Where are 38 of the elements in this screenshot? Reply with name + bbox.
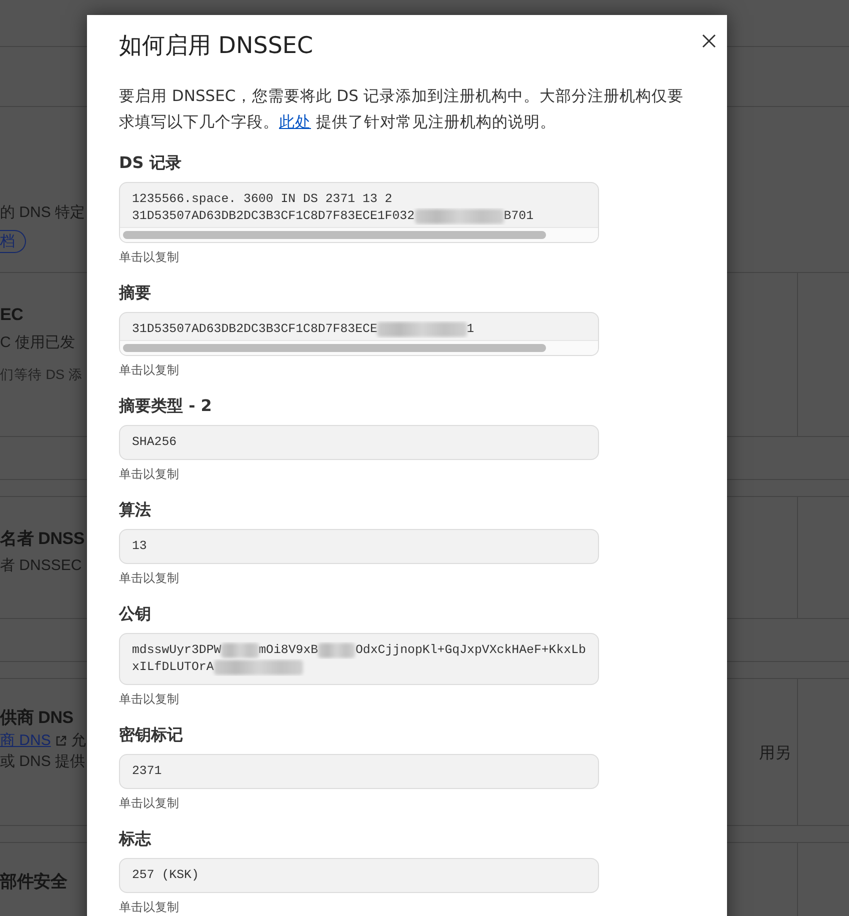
copy-field[interactable]: 257 (KSK) bbox=[119, 858, 599, 893]
section-text: 用另 bbox=[759, 744, 791, 764]
copy-field[interactable]: SHA256 bbox=[119, 425, 599, 460]
scrollbar-thumb[interactable] bbox=[123, 344, 546, 352]
field-label: 公钥 bbox=[119, 604, 152, 625]
external-link-icon bbox=[54, 734, 67, 746]
copy-hint: 单击以复制 bbox=[119, 570, 180, 587]
instructions-link[interactable]: 此处 bbox=[279, 113, 311, 131]
field-label: 密钥标记 bbox=[119, 725, 184, 746]
section-heading: EC bbox=[0, 305, 24, 325]
section-text: 或 DNS 提供 bbox=[0, 752, 86, 771]
section-text: 允 bbox=[70, 731, 86, 750]
section-heading: 名者 DNSS bbox=[0, 528, 85, 550]
field-label: DS 记录 bbox=[119, 153, 182, 174]
copy-hint: 单击以复制 bbox=[119, 249, 180, 266]
copy-hint: 单击以复制 bbox=[119, 691, 180, 708]
field-label: 算法 bbox=[119, 500, 152, 521]
section-heading: 部件安全 bbox=[0, 871, 68, 893]
field-label: 摘要类型 - 2 bbox=[119, 396, 213, 417]
dialog-title: 如何启用 DNSSEC bbox=[119, 32, 314, 61]
section-text: 的 DNS 特定 bbox=[0, 203, 86, 222]
copy-field[interactable]: mdsswUyr3DPW mOi8V9xB OdxCjjnopKl+GqJxpVXckHAeF+KkxLb xILfDLUTOrA bbox=[119, 633, 599, 685]
copy-field[interactable]: 13 bbox=[119, 529, 599, 564]
copy-field[interactable]: 1235566.space. 3600 IN DS 2371 13 2 31D53507AD63DB2DC3B3CF1C8D7F83ECE1F032 B701 bbox=[119, 182, 599, 243]
copy-field[interactable]: 2371 bbox=[119, 754, 599, 789]
intro-paragraph: 要启用 DNSSEC，您需要将此 DS 记录添加到注册机构中。大部分注册机构仅要求填写以下几个字段。此处 提供了针对常见注册机构的说明。 bbox=[119, 86, 684, 133]
section-text: 者 DNSSEC bbox=[0, 556, 82, 575]
redaction-blur bbox=[318, 643, 356, 658]
redaction-blur bbox=[221, 643, 259, 658]
field-label: 摘要 bbox=[119, 283, 152, 304]
copy-hint: 单击以复制 bbox=[119, 899, 180, 916]
field-label: 标志 bbox=[119, 829, 152, 850]
section-text: C 使用已发 bbox=[0, 333, 75, 352]
scrollbar-thumb[interactable] bbox=[123, 231, 546, 239]
copy-field[interactable]: 31D53507AD63DB2DC3B3CF1C8D7F83ECE 1 bbox=[119, 312, 599, 356]
copy-hint: 单击以复制 bbox=[119, 466, 180, 483]
copy-hint: 单击以复制 bbox=[119, 362, 180, 379]
copy-hint: 单击以复制 bbox=[119, 795, 180, 812]
